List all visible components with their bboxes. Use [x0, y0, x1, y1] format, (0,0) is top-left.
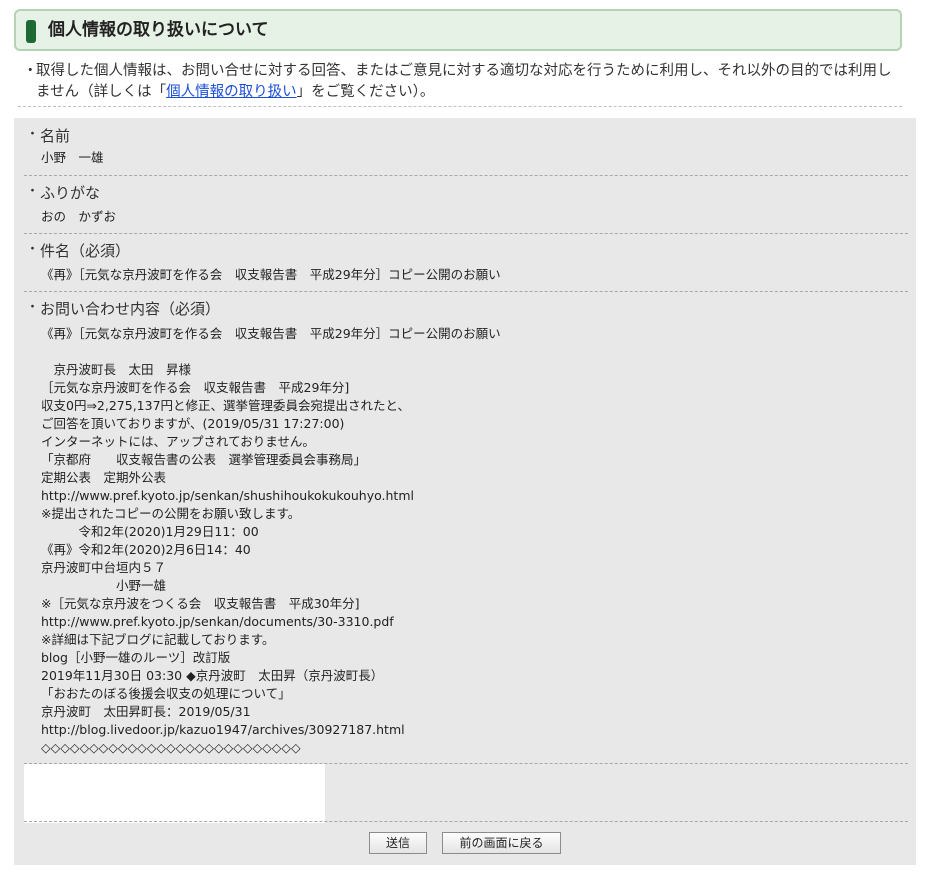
field-divider	[24, 821, 908, 822]
inquiry-line: http://www.pref.kyoto.jp/senkan/document…	[41, 614, 394, 629]
inquiry-line: 2019年11月30日 03:30 ◆京丹波町 太田昇（京丹波町長）	[41, 668, 384, 683]
inquiry-line: 収支0円⇒2,275,137円と修正、選挙管理委員会宛提出されたと、	[41, 398, 411, 413]
inquiry-line: ◇◇◇◇◇◇◇◇◇◇◇◇◇◇◇◇◇◇◇◇◇◇◇◇◇◇◇	[41, 740, 301, 755]
inquiry-line: http://blog.livedoor.jp/kazuo1947/archiv…	[41, 722, 405, 737]
field-value: 《再》［元気な京丹波町を作る会 収支報告書 平成29年分］コピー公開のお願い	[41, 267, 501, 282]
field-value: おの かずお	[41, 209, 117, 224]
inquiry-line: ご回答を頂いておりますが、(2019/05/31 17:27:00)	[41, 416, 345, 431]
inquiry-line: 小野一雄	[41, 578, 167, 593]
inquiry-line: 京丹波町中台垣内５７	[41, 560, 167, 575]
inquiry-line: インターネットには、アップされておりません。	[41, 434, 315, 449]
inquiry-line: ［元気な京丹波町を作る会 収支報告書 平成29年分]	[41, 380, 350, 395]
field-label: お問い合わせ内容（必須）	[40, 300, 221, 318]
inquiry-line: blog［小野一雄のルーツ］改訂版	[41, 650, 231, 665]
field-label: 件名（必須）	[40, 242, 131, 260]
privacy-policy-link[interactable]: 個人情報の取り扱い	[166, 84, 297, 100]
submit-button[interactable]: 送信	[369, 832, 427, 854]
inquiry-line	[41, 343, 501, 361]
notice-text-after: 」をご覧ください）。	[296, 84, 435, 100]
label-bullet: ・	[26, 242, 40, 257]
inquiry-line: ※詳細は下記ブログに記載しております。	[41, 632, 275, 647]
inquiry-line: 京丹波町長 太田 昇様	[41, 362, 192, 377]
inquiry-line: 《再》［元気な京丹波町を作る会 収支報告書 平成29年分］コピー公開のお願い	[41, 326, 501, 341]
label-bullet: ・	[26, 184, 40, 199]
inquiry-line: http://www.pref.kyoto.jp/senkan/shushiho…	[41, 488, 414, 503]
label-bullet: ・	[26, 127, 40, 142]
field-divider	[24, 233, 908, 234]
section-title: 個人情報の取り扱いについて	[48, 20, 269, 40]
inquiry-line: 「京都府 収支報告書の公表 選挙管理委員会事務局」	[41, 452, 367, 467]
label-bullet: ・	[26, 300, 40, 315]
section-header: 個人情報の取り扱いについて	[14, 9, 902, 51]
inquiry-line: 定期公表 定期外公表	[41, 470, 167, 485]
inquiry-line: 京丹波町 太田昇町長：2019/05/31	[41, 704, 251, 719]
notice-text-before: 取得した個人情報は、お問い合せに対する回答、またはご意見に対する適切な対応を行う…	[36, 63, 892, 100]
field-label: 名前	[40, 127, 71, 145]
field-value: 小野 一雄	[41, 150, 104, 165]
intro-divider	[18, 106, 902, 107]
confirmation-form: ・名前 小野 一雄 ・ふりがな おの かずお ・件名（必須） 《再》［元気な京丹…	[14, 118, 916, 865]
inquiry-line: 「おおたのぼる後援会収支の処理について」	[41, 686, 291, 701]
back-button[interactable]: 前の画面に戻る	[442, 832, 561, 854]
field-label: ふりがな	[40, 184, 101, 202]
inquiry-line: 《再》令和2年(2020)2月6日14：40	[41, 542, 251, 557]
header-accent-bar	[26, 20, 36, 43]
inquiry-line: ※［元気な京丹波をつくる会 収支報告書 平成30年分]	[41, 596, 360, 611]
inquiry-line: ※提出されたコピーの公開をお願い致します。	[41, 506, 301, 521]
field-divider	[24, 175, 908, 176]
field-divider	[24, 291, 908, 292]
blank-area	[24, 764, 325, 823]
inquiry-line: 令和2年(2020)1月29日11：00	[41, 524, 259, 539]
inquiry-body: 《再》［元気な京丹波町を作る会 収支報告書 平成29年分］コピー公開のお願い 京…	[41, 325, 501, 757]
notice-bullet: ・	[23, 63, 38, 79]
privacy-notice: ・ 取得した個人情報は、お問い合せに対する回答、またはご意見に対する適切な対応を…	[23, 61, 903, 103]
